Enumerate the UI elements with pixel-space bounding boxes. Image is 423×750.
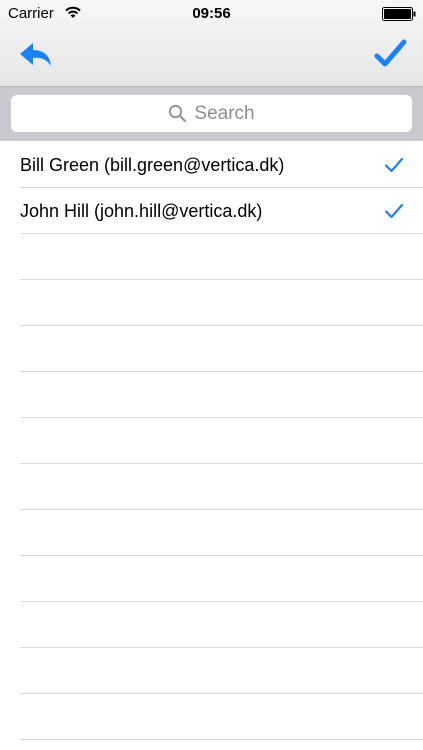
contact-list: Bill Green (bill.green@vertica.dk) John … bbox=[0, 142, 423, 740]
list-item[interactable]: Bill Green (bill.green@vertica.dk) bbox=[0, 142, 423, 188]
empty-row bbox=[0, 464, 423, 510]
status-bar: Carrier 09:56 bbox=[0, 0, 423, 28]
back-button[interactable] bbox=[14, 37, 58, 73]
empty-row bbox=[0, 280, 423, 326]
search-input[interactable]: Search bbox=[11, 95, 412, 132]
search-placeholder: Search bbox=[194, 102, 255, 124]
empty-row bbox=[0, 510, 423, 556]
list-item[interactable]: John Hill (john.hill@vertica.dk) bbox=[0, 188, 423, 234]
battery-full-icon bbox=[382, 7, 416, 21]
empty-row bbox=[0, 694, 423, 740]
empty-row bbox=[0, 556, 423, 602]
done-button[interactable] bbox=[370, 37, 410, 73]
checkmark-icon bbox=[384, 157, 404, 173]
search-bar: Search bbox=[0, 87, 423, 141]
checkmark-icon bbox=[374, 39, 407, 67]
empty-row bbox=[0, 326, 423, 372]
empty-row bbox=[0, 234, 423, 280]
empty-row bbox=[0, 372, 423, 418]
empty-row bbox=[0, 648, 423, 694]
list-item-label: Bill Green (bill.green@vertica.dk) bbox=[20, 155, 285, 175]
top-bar: Carrier 09:56 bbox=[0, 0, 423, 87]
list-item-label: John Hill (john.hill@vertica.dk) bbox=[20, 201, 263, 221]
search-icon bbox=[169, 104, 187, 122]
empty-row bbox=[0, 418, 423, 464]
checkmark-icon bbox=[384, 203, 404, 219]
empty-row bbox=[0, 602, 423, 648]
reply-back-icon bbox=[20, 43, 51, 66]
status-time: 09:56 bbox=[192, 5, 231, 22]
